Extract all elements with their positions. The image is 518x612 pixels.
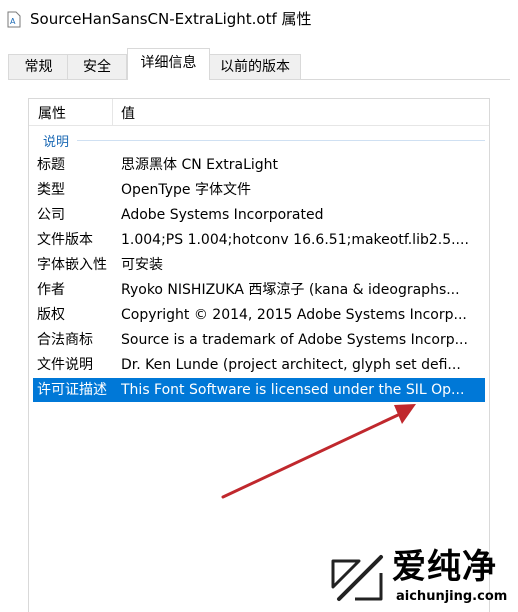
tab-strip: 常规 安全 详细信息 以前的版本 (0, 46, 518, 80)
column-header-value[interactable]: 值 (121, 103, 135, 123)
list-item[interactable]: 作者 Ryoko NISHIZUKA 西塚涼子 (kana & ideograp… (33, 278, 485, 302)
property-name: 文件说明 (37, 357, 93, 373)
title-bar: A SourceHanSansCN-ExtraLight.otf 属性 (0, 0, 518, 38)
list-item[interactable]: 标题 思源黑体 CN ExtraLight (33, 153, 485, 177)
property-name: 标题 (37, 157, 65, 173)
watermark-url: aichunjing.com (396, 589, 508, 604)
list-item[interactable]: 合法商标 Source is a trademark of Adobe Syst… (33, 328, 485, 352)
list-header: 属性 值 (29, 99, 489, 126)
property-name: 公司 (37, 207, 65, 223)
property-value: Copyright © 2014, 2015 Adobe Systems Inc… (121, 307, 467, 323)
details-list[interactable]: 属性 值 说明 标题 思源黑体 CN ExtraLight 类型 OpenTyp… (28, 98, 490, 612)
property-value: Ryoko NISHIZUKA 西塚涼子 (kana & ideographs.… (121, 282, 460, 298)
tab-security[interactable]: 安全 (67, 54, 127, 79)
section-description: 说明 (43, 135, 70, 150)
section-divider (77, 140, 485, 141)
list-item[interactable]: 文件版本 1.004;PS 1.004;hotconv 16.6.51;make… (33, 228, 485, 252)
column-header-property[interactable]: 属性 (38, 103, 66, 123)
list-item[interactable]: 版权 Copyright © 2014, 2015 Adobe Systems … (33, 303, 485, 327)
property-name: 作者 (37, 282, 65, 298)
watermark-logo-icon (331, 555, 383, 601)
window-edge (503, 26, 518, 611)
property-value: This Font Software is licensed under the… (121, 382, 465, 398)
property-name: 版权 (37, 307, 65, 323)
property-name: 文件版本 (37, 232, 93, 248)
property-name: 许可证描述 (37, 382, 107, 398)
property-value: Dr. Ken Lunde (project architect, glyph … (121, 357, 461, 373)
font-file-icon: A (7, 11, 21, 28)
property-value: 可安装 (121, 257, 163, 273)
list-item[interactable]: 类型 OpenType 字体文件 (33, 178, 485, 202)
property-name: 合法商标 (37, 332, 93, 348)
tab-general[interactable]: 常规 (8, 54, 69, 79)
property-name: 类型 (37, 182, 65, 198)
window-title: SourceHanSansCN-ExtraLight.otf 属性 (30, 10, 312, 28)
svg-text:A: A (10, 17, 16, 26)
property-value: 思源黑体 CN ExtraLight (121, 157, 279, 173)
property-value: Source is a trademark of Adobe Systems I… (121, 332, 468, 348)
list-item[interactable]: 文件说明 Dr. Ken Lunde (project architect, g… (33, 353, 485, 377)
tab-details[interactable]: 详细信息 (127, 48, 210, 80)
watermark-name: 爱纯净 (392, 547, 497, 587)
list-item[interactable]: 公司 Adobe Systems Incorporated (33, 203, 485, 227)
property-value: 1.004;PS 1.004;hotconv 16.6.51;makeotf.l… (121, 232, 469, 248)
property-name: 字体嵌入性 (37, 257, 107, 273)
list-item[interactable]: 字体嵌入性 可安装 (33, 253, 485, 277)
property-value: Adobe Systems Incorporated (121, 207, 324, 223)
tab-previous-versions[interactable]: 以前的版本 (209, 54, 301, 79)
column-separator[interactable] (112, 99, 113, 125)
list-item-selected[interactable]: 许可证描述 This Font Software is licensed und… (33, 378, 485, 402)
property-value: OpenType 字体文件 (121, 182, 251, 198)
tab-divider (8, 79, 510, 80)
